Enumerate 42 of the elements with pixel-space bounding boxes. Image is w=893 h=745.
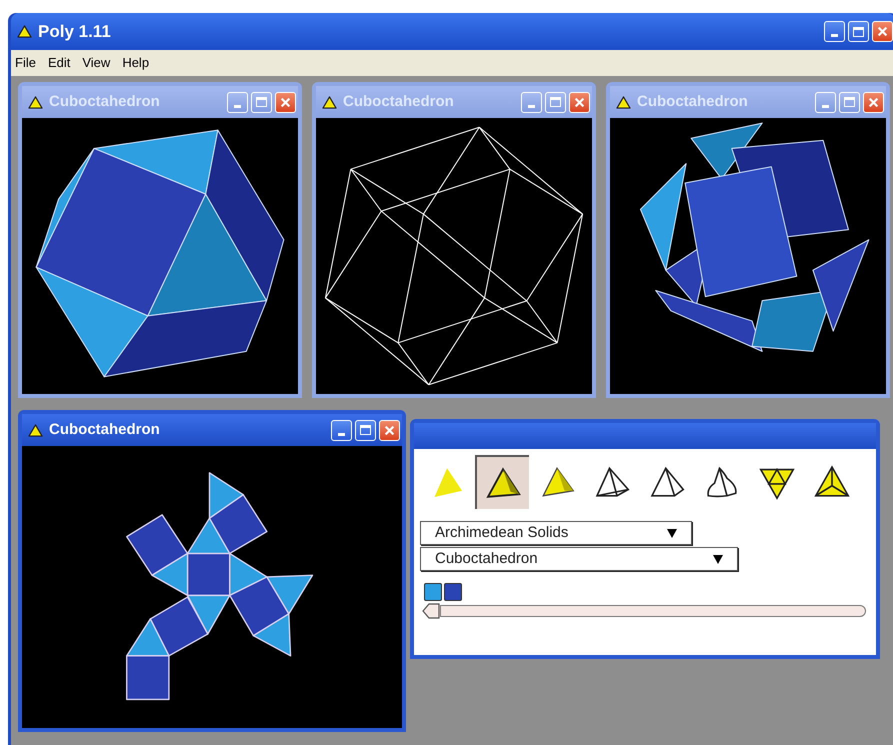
window-title: Poly 1.11 <box>38 20 111 43</box>
dropdown-arrow-icon <box>713 554 723 564</box>
child-window-title: Cuboctahedron <box>49 92 160 112</box>
close-button[interactable] <box>275 92 296 112</box>
dropdown-arrow-icon <box>667 528 677 538</box>
maximize-button[interactable] <box>839 92 860 112</box>
triangle-icon <box>28 424 43 436</box>
menu-item[interactable]: File <box>15 53 36 73</box>
close-button[interactable] <box>863 92 884 112</box>
triangle-icon <box>322 96 337 108</box>
shape-mode-button[interactable] <box>475 455 529 509</box>
close-icon <box>574 96 585 108</box>
minimize-button[interactable] <box>815 92 836 112</box>
maximize-button[interactable] <box>355 420 376 440</box>
child-window-title: Cuboctahedron <box>343 92 454 112</box>
color-swatch[interactable] <box>424 583 442 601</box>
category-dropdown[interactable]: Archimedean Solids <box>420 521 692 545</box>
close-icon <box>280 96 291 108</box>
menu-item[interactable]: Help <box>122 53 150 73</box>
close-icon <box>868 96 879 108</box>
maximize-button[interactable] <box>251 92 272 112</box>
solid-dropdown[interactable]: Cuboctahedron <box>420 547 738 571</box>
close-icon <box>877 26 888 37</box>
child-window-title: Cuboctahedron <box>637 92 748 112</box>
maximize-button[interactable] <box>545 92 566 112</box>
slider-thumb[interactable] <box>422 602 440 620</box>
menu-item[interactable]: Edit <box>48 53 70 73</box>
close-icon <box>384 424 395 436</box>
minimize-button[interactable] <box>824 21 845 42</box>
menu-item[interactable]: View <box>82 53 110 73</box>
close-button[interactable] <box>872 21 893 42</box>
maximize-button[interactable] <box>848 21 869 42</box>
child-window-title: Cuboctahedron <box>49 420 160 440</box>
minimize-button[interactable] <box>521 92 542 112</box>
triangle-icon <box>17 25 32 38</box>
triangle-icon <box>28 96 43 108</box>
close-button[interactable] <box>569 92 590 112</box>
minimize-button[interactable] <box>331 420 352 440</box>
close-button[interactable] <box>379 420 400 440</box>
triangle-icon <box>616 96 631 108</box>
minimize-button[interactable] <box>227 92 248 112</box>
color-swatch[interactable] <box>444 583 462 601</box>
